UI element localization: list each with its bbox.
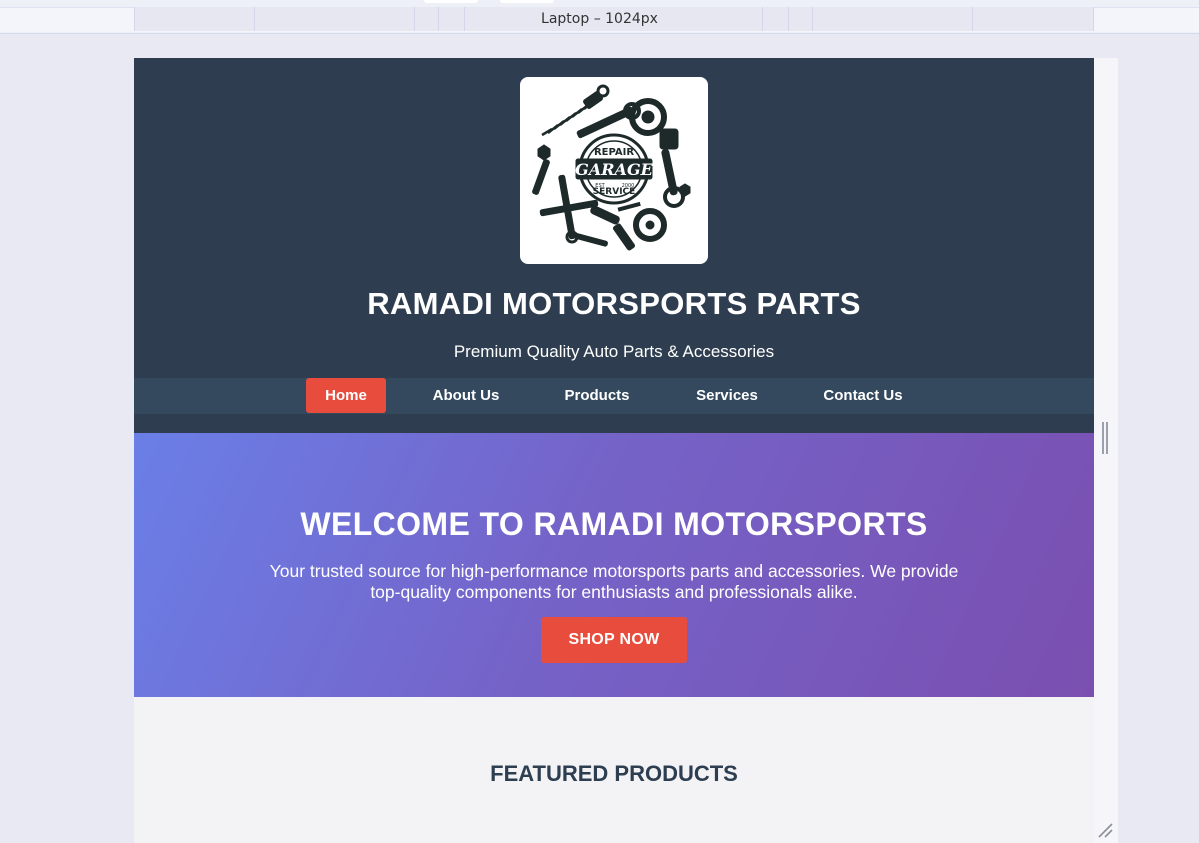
viewport-resize-handle-right[interactable] (1102, 422, 1108, 454)
viewport-resize-corner-icon[interactable] (1096, 821, 1114, 839)
site-title: RAMADI MOTORSPORTS PARTS (367, 286, 861, 321)
page-viewport: REPAIR GARAGE SERVICE EST 2000 RAMADI MO… (134, 58, 1094, 843)
device-ruler: Laptop – 1024px (0, 0, 1199, 34)
main-nav: Home About Us Products Services Contact … (134, 378, 1094, 414)
featured-products-title: FEATURED PRODUCTS (490, 761, 738, 786)
hero-title: WELCOME TO RAMADI MOTORSPORTS (300, 506, 928, 542)
ruler-tab[interactable] (500, 0, 554, 3)
nav-item-home[interactable]: Home (306, 378, 386, 413)
logo-text-main: GARAGE (575, 160, 653, 179)
nav-item-products[interactable]: Products (548, 378, 646, 413)
logo-text-small-right: 2000 (622, 183, 635, 189)
hero-description: Your trusted source for high-performance… (269, 561, 959, 602)
logo-text-small-left: EST (595, 183, 605, 189)
hero-section: WELCOME TO RAMADI MOTORSPORTS Your trust… (134, 433, 1094, 697)
site-tagline: Premium Quality Auto Parts & Accessories (453, 342, 775, 361)
ruler-label: Laptop – 1024px (541, 11, 658, 27)
nav-item-contact-us[interactable]: Contact Us (806, 378, 920, 413)
ruler-tab[interactable] (424, 0, 478, 3)
nav-item-services[interactable]: Services (679, 378, 775, 413)
garage-logo-icon: REPAIR GARAGE SERVICE EST 2000 (532, 84, 691, 251)
logo-text-top: REPAIR (594, 147, 634, 158)
site-header: REPAIR GARAGE SERVICE EST 2000 RAMADI MO… (134, 58, 1094, 433)
featured-products-section: FEATURED PRODUCTS (134, 697, 1094, 843)
logo[interactable]: REPAIR GARAGE SERVICE EST 2000 (520, 77, 708, 264)
nav-item-about-us[interactable]: About Us (415, 378, 517, 413)
shop-now-button[interactable]: SHOP NOW (541, 617, 687, 663)
